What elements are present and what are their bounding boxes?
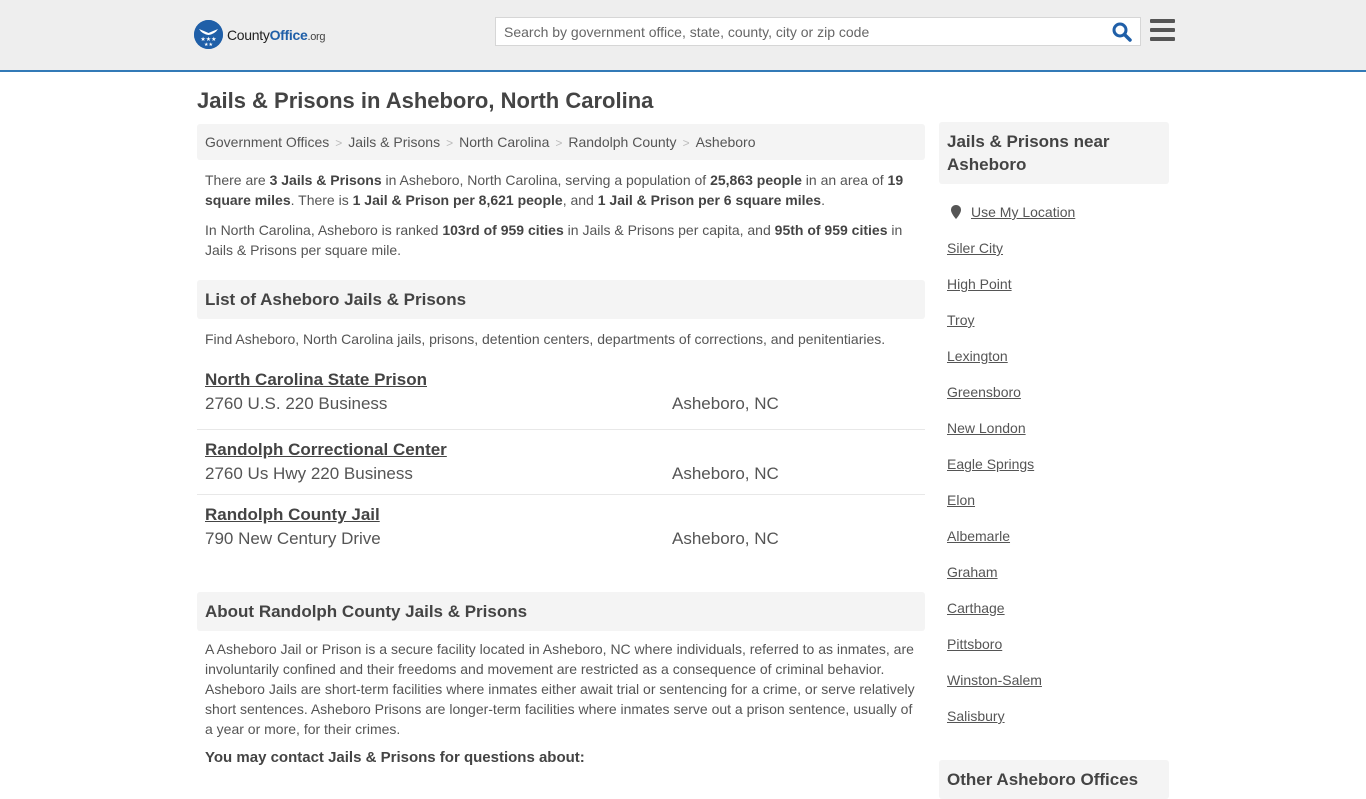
breadcrumb-jails-prisons[interactable]: Jails & Prisons <box>348 134 440 150</box>
list-item: Randolph Correctional Center 2760 Us Hwy… <box>197 430 925 495</box>
facility-link[interactable]: Randolph County Jail <box>205 504 380 526</box>
facility-list: North Carolina State Prison 2760 U.S. 22… <box>197 365 925 560</box>
contact-heading: You may contact Jails & Prisons for ques… <box>205 749 585 766</box>
use-my-location-link[interactable]: Use My Location <box>971 202 1075 222</box>
main-content: Government Offices > Jails & Prisons > North… <box>197 124 925 766</box>
logo[interactable]: ★★★ ★★ CountyOffice.org <box>194 20 326 49</box>
breadcrumb-separator: > <box>682 136 690 150</box>
search-input[interactable] <box>496 18 1096 45</box>
top-bar: ★★★ ★★ CountyOffice.org <box>0 0 1366 72</box>
summary-paragraph: There are 3 Jails & Prisons in Asheboro,… <box>205 172 904 208</box>
nearby-link-elon[interactable]: Elon <box>947 490 1161 526</box>
facility-link[interactable]: Randolph Correctional Center <box>205 439 447 461</box>
nearby-link-eagle-springs[interactable]: Eagle Springs <box>947 454 1161 490</box>
nearby-link-pittsboro[interactable]: Pittsboro <box>947 634 1161 670</box>
search-box <box>495 17 1141 46</box>
breadcrumb-separator: > <box>446 136 454 150</box>
nearby-link-graham[interactable]: Graham <box>947 562 1161 598</box>
list-section-heading: List of Asheboro Jails & Prisons <box>197 280 925 319</box>
search-button[interactable] <box>1112 22 1134 42</box>
nearby-link-carthage[interactable]: Carthage <box>947 598 1161 634</box>
facility-city: Asheboro, NC <box>672 529 779 548</box>
hamburger-icon <box>1150 19 1175 41</box>
nearby-link-salisbury[interactable]: Salisbury <box>947 706 1161 742</box>
other-offices-heading: Other Asheboro Offices <box>939 760 1169 799</box>
use-my-location[interactable]: Use My Location <box>947 202 1161 222</box>
breadcrumb-randolph-county[interactable]: Randolph County <box>568 134 676 150</box>
facility-address: 2760 U.S. 220 Business Asheboro, NC <box>205 394 779 413</box>
map-pin-icon <box>951 205 961 219</box>
list-description: Find Asheboro, North Carolina jails, pri… <box>205 331 886 347</box>
about-text: A Asheboro Jail or Prison is a secure fa… <box>205 641 915 737</box>
about-section-heading: About Randolph County Jails & Prisons <box>197 592 925 631</box>
sidebar: Jails & Prisons near Asheboro Use My Loc… <box>939 122 1169 799</box>
nearby-link-greensboro[interactable]: Greensboro <box>947 382 1161 418</box>
breadcrumb: Government Offices > Jails & Prisons > North… <box>197 124 925 160</box>
breadcrumb-north-carolina[interactable]: North Carolina <box>459 134 549 150</box>
nearby-link-winston-salem[interactable]: Winston-Salem <box>947 670 1161 706</box>
nearby-list: Use My Location Siler City High Point Tr… <box>939 202 1169 742</box>
hamburger-menu-button[interactable] <box>1150 19 1175 41</box>
facility-address: 790 New Century Drive Asheboro, NC <box>205 529 779 548</box>
nearby-link-lexington[interactable]: Lexington <box>947 346 1161 382</box>
list-item: Randolph County Jail 790 New Century Dri… <box>197 495 925 560</box>
eagle-stars-icon: ★★★ ★★ <box>194 20 223 49</box>
breadcrumb-separator: > <box>335 136 343 150</box>
nearby-link-new-london[interactable]: New London <box>947 418 1161 454</box>
facility-link[interactable]: North Carolina State Prison <box>205 369 427 391</box>
facility-address: 2760 Us Hwy 220 Business Asheboro, NC <box>205 464 779 483</box>
search-icon <box>1112 22 1132 42</box>
breadcrumb-separator: > <box>555 136 563 150</box>
svg-text:★★: ★★ <box>204 42 213 48</box>
breadcrumb-asheboro[interactable]: Asheboro <box>696 134 756 150</box>
page-title: Jails & Prisons in Asheboro, North Carol… <box>197 88 654 113</box>
nearby-link-albemarle[interactable]: Albemarle <box>947 526 1161 562</box>
breadcrumb-government-offices[interactable]: Government Offices <box>205 134 329 150</box>
sidebar-heading: Jails & Prisons near Asheboro <box>939 122 1169 184</box>
list-item: North Carolina State Prison 2760 U.S. 22… <box>197 365 925 430</box>
facility-city: Asheboro, NC <box>672 394 779 413</box>
facility-city: Asheboro, NC <box>672 464 779 483</box>
nearby-link-siler-city[interactable]: Siler City <box>947 238 1161 274</box>
logo-text: CountyOffice.org <box>227 26 326 43</box>
nearby-link-high-point[interactable]: High Point <box>947 274 1161 310</box>
ranking-paragraph: In North Carolina, Asheboro is ranked 10… <box>205 222 903 258</box>
nearby-link-troy[interactable]: Troy <box>947 310 1161 346</box>
